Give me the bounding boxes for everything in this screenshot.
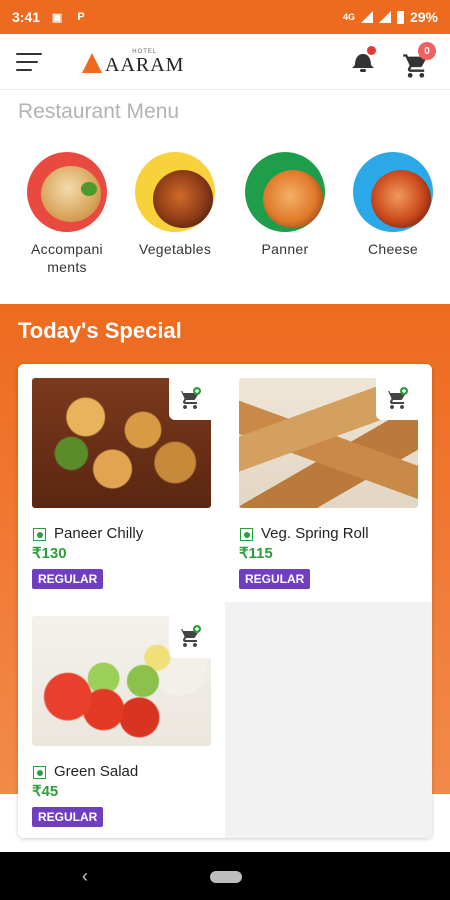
category-panner[interactable]: Panner bbox=[240, 152, 330, 258]
add-to-cart-icon bbox=[179, 625, 201, 647]
status-time: 3:41 bbox=[12, 9, 41, 25]
logo-name: AARAM bbox=[105, 53, 185, 76]
category-image bbox=[245, 152, 325, 232]
logo-mark-icon bbox=[82, 52, 102, 73]
back-icon[interactable]: ‹ bbox=[82, 866, 88, 887]
status-bar: 3:41 ▣ P 4G 29% bbox=[0, 0, 450, 34]
dish-name: Green Salad bbox=[54, 763, 139, 780]
dish-tag: REGULAR bbox=[32, 569, 104, 589]
category-label: Cheese bbox=[367, 241, 419, 257]
battery-level: 29% bbox=[409, 9, 438, 25]
veg-indicator-icon bbox=[240, 528, 253, 541]
cart-button[interactable]: 0 bbox=[402, 42, 436, 78]
category-image bbox=[27, 152, 107, 232]
veg-indicator-icon bbox=[33, 528, 46, 541]
empty-grid-cell bbox=[225, 602, 432, 838]
dish-card-paneer-chilly[interactable]: Paneer Chilly ₹130 REGULAR bbox=[18, 364, 225, 600]
notification-dot bbox=[367, 46, 376, 55]
signal-icon bbox=[360, 11, 373, 23]
category-label: Vegetables bbox=[138, 241, 212, 257]
category-cheese[interactable]: Cheese bbox=[348, 152, 438, 258]
dish-card-veg-spring-roll[interactable]: Veg. Spring Roll ₹115 REGULAR bbox=[225, 364, 432, 600]
signal-icon-2 bbox=[378, 11, 391, 23]
add-to-cart-button[interactable] bbox=[376, 378, 418, 420]
category-accompaniments[interactable]: Accompani ments bbox=[22, 152, 112, 276]
special-dishes-grid: Paneer Chilly ₹130 REGULAR Veg. Spring R… bbox=[18, 364, 432, 838]
todays-special-title: Today's Special bbox=[18, 318, 182, 343]
notification-icon: ▣ bbox=[51, 11, 63, 24]
restaurant-menu-title: Restaurant Menu bbox=[18, 100, 180, 123]
dish-price: ₹45 bbox=[32, 783, 59, 800]
category-image bbox=[353, 152, 433, 232]
home-icon[interactable] bbox=[210, 871, 242, 883]
add-to-cart-icon bbox=[386, 387, 408, 409]
menu-icon[interactable] bbox=[16, 52, 42, 71]
dish-tag: REGULAR bbox=[32, 807, 104, 827]
battery-icon bbox=[396, 10, 404, 24]
dish-name: Veg. Spring Roll bbox=[261, 525, 369, 542]
category-list: Accompani ments Vegetables Panner Cheese bbox=[0, 152, 450, 282]
add-to-cart-icon bbox=[179, 387, 201, 409]
veg-indicator-icon bbox=[33, 766, 46, 779]
notification-button[interactable] bbox=[348, 46, 378, 76]
dish-name: Paneer Chilly bbox=[54, 525, 144, 542]
category-vegetables[interactable]: Vegetables bbox=[130, 152, 220, 258]
dish-card-green-salad[interactable]: Green Salad ₹45 REGULAR bbox=[18, 602, 225, 838]
network-type: 4G bbox=[342, 12, 355, 22]
app-notification-icon: P bbox=[77, 11, 85, 23]
dish-price: ₹115 bbox=[239, 545, 273, 562]
app-bar: HOTEL AARAM 0 bbox=[0, 34, 450, 90]
cart-count-badge: 0 bbox=[418, 42, 436, 60]
dish-tag: REGULAR bbox=[239, 569, 311, 589]
category-image bbox=[135, 152, 215, 232]
category-label: Accompani ments bbox=[31, 241, 103, 275]
system-nav-bar: ‹ bbox=[0, 852, 450, 900]
add-to-cart-button[interactable] bbox=[169, 378, 211, 420]
dish-price: ₹130 bbox=[32, 545, 67, 562]
add-to-cart-button[interactable] bbox=[169, 616, 211, 658]
hotel-logo: HOTEL AARAM bbox=[82, 49, 184, 75]
category-label: Panner bbox=[261, 241, 309, 257]
